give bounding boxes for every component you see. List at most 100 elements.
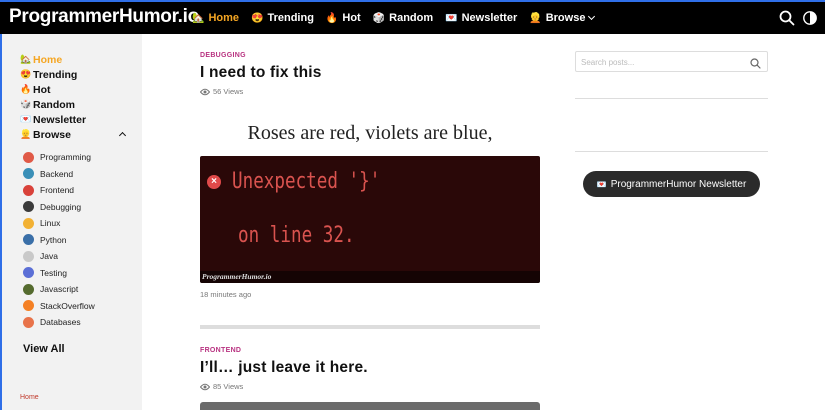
sidebar-item-home[interactable]: 🏡 Home: [20, 52, 86, 67]
home-emoji-icon: 🏡: [20, 54, 32, 64]
sidebar-category-frontend[interactable]: Frontend: [23, 182, 95, 199]
post-image-partial[interactable]: [200, 402, 540, 410]
footer-home-link[interactable]: Home: [20, 394, 39, 401]
divider: [575, 98, 768, 99]
sidebar-item-label: Home: [33, 53, 63, 66]
chevron-up-icon[interactable]: [118, 131, 127, 140]
sidebar-category-label: StackOverflow: [40, 300, 95, 311]
sidebar-main-menu: 🏡 Home 😍 Trending 🔥 Hot 🎲 Random 💌 Newsletter…: [20, 52, 127, 142]
post-timestamp: 18 minutes ago: [200, 290, 252, 299]
sidebar-category-linux[interactable]: Linux: [23, 215, 95, 232]
home-emoji-icon: 🏡: [192, 12, 205, 24]
post-category-link[interactable]: FRONTEND: [200, 347, 540, 354]
meme-error-line-2: on line 32.: [238, 223, 355, 248]
testing-icon: [23, 267, 34, 279]
love-letter-emoji-icon: 💌: [445, 12, 458, 24]
nav-trending[interactable]: 😍 Trending: [251, 12, 314, 24]
stackoverflow-icon: [23, 300, 34, 312]
sidebar-item-newsletter[interactable]: 💌 Newsletter: [20, 112, 86, 127]
trending-emoji-icon: 😍: [20, 69, 32, 79]
eye-icon: [200, 383, 210, 390]
java-icon: [23, 250, 34, 262]
nav-trending-label: Trending: [267, 12, 314, 24]
nav-browse[interactable]: 👱 Browse: [529, 12, 596, 24]
debugging-icon: [23, 201, 34, 213]
sidebar-category-java[interactable]: Java: [23, 248, 95, 265]
sidebar-category-label: Testing: [40, 267, 67, 278]
sidebar-item-label: Browse: [33, 128, 71, 141]
nav-random[interactable]: 🎲 Random: [373, 12, 433, 24]
sidebar-item-trending[interactable]: 😍 Trending: [20, 67, 86, 82]
sidebar-category-list: Programming Backend Frontend Debugging Linux…: [23, 149, 95, 331]
sidebar-category-programming[interactable]: Programming: [23, 149, 95, 166]
newsletter-button[interactable]: 💌 ProgrammerHumor Newsletter: [583, 171, 760, 197]
search-box: [575, 51, 768, 72]
sidebar-category-label: Programming: [40, 152, 92, 163]
sidebar-item-hot[interactable]: 🔥 Hot: [20, 82, 86, 97]
sidebar-category-stackoverflow[interactable]: StackOverflow: [23, 298, 95, 315]
sidebar-item-label: Random: [33, 98, 75, 111]
nav-hot[interactable]: 🔥 Hot: [326, 12, 361, 24]
nav-home[interactable]: 🏡 Home: [192, 12, 239, 24]
meme-error-line-1: Unexpected '}': [232, 169, 381, 194]
databases-icon: [23, 316, 34, 328]
site-logo[interactable]: ProgrammerHumor.io: [9, 6, 199, 28]
view-all-link[interactable]: View All: [23, 343, 65, 355]
search-icon[interactable]: [750, 56, 761, 74]
right-column: 💌 ProgrammerHumor Newsletter: [575, 51, 768, 197]
sidebar-category-testing[interactable]: Testing: [23, 265, 95, 282]
meme-caption: Roses are red, violets are blue,: [200, 110, 540, 156]
sidebar-category-databases[interactable]: Databases: [23, 314, 95, 331]
frontend-icon: [23, 184, 34, 196]
search-input[interactable]: [576, 53, 736, 72]
sidebar-category-label: Databases: [40, 317, 81, 328]
sidebar-category-label: Backend: [40, 168, 74, 179]
post-title[interactable]: I need to fix this: [200, 64, 540, 82]
error-x-icon: ×: [207, 175, 221, 189]
sidebar-category-backend[interactable]: Backend: [23, 166, 95, 183]
sidebar-category-label: Java: [40, 251, 58, 262]
sidebar-item-random[interactable]: 🎲 Random: [20, 97, 86, 112]
post-views: 85 Views: [200, 382, 540, 391]
fire-emoji-icon: 🔥: [325, 12, 339, 24]
nav-home-label: Home: [208, 12, 240, 24]
post-divider: [200, 325, 540, 329]
sidebar-category-label: Debugging: [40, 201, 82, 212]
person-emoji-icon: 👱: [529, 12, 542, 24]
search-icon[interactable]: [779, 10, 795, 26]
post-views-count: 56 Views: [213, 87, 244, 96]
top-icons: [771, 2, 817, 34]
post-card: FRONTEND I’ll… just leave it here. 85 Vi…: [200, 347, 540, 391]
nav-hot-label: Hot: [342, 12, 361, 24]
image-watermark: ProgrammerHumor.io: [200, 271, 540, 283]
chevron-down-icon: [588, 12, 596, 21]
post-category-link[interactable]: DEBUGGING: [200, 52, 540, 59]
sidebar: 🏡 Home 😍 Trending 🔥 Hot 🎲 Random 💌 Newsletter…: [0, 34, 142, 410]
post-image[interactable]: Roses are red, violets are blue, × Unexp…: [200, 110, 540, 283]
linux-icon: [23, 217, 34, 229]
sidebar-item-label: Newsletter: [33, 113, 87, 126]
main-nav: 🏡 Home 😍 Trending 🔥 Hot 🎲 Random 💌 Newsletter…: [192, 2, 606, 34]
person-emoji-icon: 👱: [20, 129, 32, 139]
trending-emoji-icon: 😍: [251, 12, 264, 24]
post-views-count: 85 Views: [213, 382, 244, 391]
meme-error-panel: × Unexpected '}' on line 32. ProgrammerH…: [200, 156, 540, 283]
nav-random-label: Random: [389, 12, 434, 24]
eye-icon: [200, 88, 210, 95]
sidebar-category-label: Javascript: [40, 284, 79, 295]
sidebar-item-browse[interactable]: 👱 Browse: [20, 127, 127, 142]
nav-newsletter[interactable]: 💌 Newsletter: [445, 12, 517, 24]
sidebar-category-label: Linux: [40, 218, 61, 229]
sidebar-category-python[interactable]: Python: [23, 232, 95, 249]
sidebar-category-label: Python: [40, 234, 67, 245]
dice-emoji-icon: 🎲: [20, 99, 32, 109]
love-letter-emoji-icon: 💌: [596, 179, 607, 189]
python-icon: [23, 234, 34, 246]
post-title[interactable]: I’ll… just leave it here.: [200, 359, 540, 377]
sidebar-category-label: Frontend: [40, 185, 75, 196]
sidebar-item-label: Hot: [33, 83, 51, 96]
nav-newsletter-label: Newsletter: [461, 12, 518, 24]
dark-mode-toggle-icon[interactable]: [803, 10, 817, 26]
sidebar-category-debugging[interactable]: Debugging: [23, 199, 95, 216]
sidebar-category-javascript[interactable]: Javascript: [23, 281, 95, 298]
